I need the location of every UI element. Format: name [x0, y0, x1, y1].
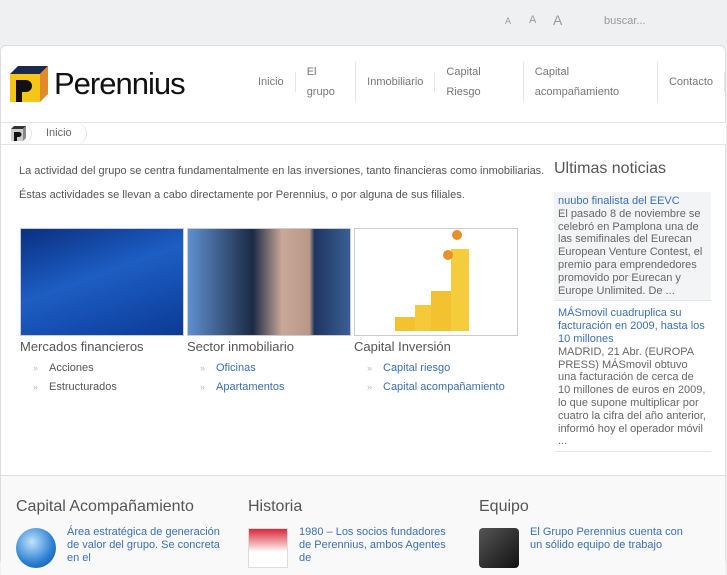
nav-inicio[interactable]: Inicio [247, 72, 296, 92]
history-book-icon [248, 528, 288, 568]
footer-equipo: Equipo El Grupo Perennius cuenta con un … [479, 498, 699, 568]
section-title: Sector inmobiliario [187, 339, 294, 354]
intro-text-2: Éstas actividades se llevan a cabo direc… [19, 189, 465, 201]
footer-capital-acompanamiento: Capital Acompañamiento Área estratégica … [16, 498, 236, 568]
link-capital-riesgo[interactable]: Capital riesgo [354, 361, 518, 380]
news-item: nuubo finalista del EEVC El pasado 8 de … [554, 192, 711, 302]
news-sidebar: Ultimas noticias nuubo finalista del EEV… [554, 160, 711, 453]
top-bar: A A A [0, 0, 727, 45]
news-headline-link[interactable]: nuubo finalista del EEVC [558, 195, 707, 208]
nav-capital-riesgo[interactable]: Capital Riesgo [435, 62, 524, 102]
logo[interactable]: Perennius [10, 66, 186, 102]
globe-icon [16, 528, 56, 568]
building-image[interactable] [187, 228, 351, 336]
news-body: El pasado 8 de noviembre se celebró en P… [558, 207, 703, 297]
stock-ticker-image[interactable] [20, 228, 184, 336]
font-size-small-button[interactable]: A [505, 16, 511, 26]
link-oficinas[interactable]: Oficinas [187, 361, 351, 380]
nav-el-grupo[interactable]: El grupo [296, 62, 357, 102]
list-item: Estructurados [20, 380, 184, 399]
list-item: Acciones [20, 361, 184, 380]
section-title: Mercados financieros [20, 339, 144, 354]
search-input[interactable] [598, 12, 708, 30]
section-capital-inversion: Capital Inversión Capital riesgoCapital … [354, 228, 518, 399]
footer-heading: Capital Acompañamiento [16, 498, 194, 515]
news-headline-link[interactable]: MÁSmovil cuadruplica su facturación en 2… [558, 307, 707, 345]
footer-historia: Historia 1980 – Los socios fundadores de… [248, 498, 468, 568]
breadcrumb-home[interactable] [1, 123, 32, 144]
link-apartamentos[interactable]: Apartamentos [187, 380, 351, 399]
font-size-medium-button[interactable]: A [529, 14, 536, 26]
footer-link[interactable]: Área estratégica de generación de valor … [67, 526, 222, 565]
section-title: Capital Inversión [354, 339, 451, 354]
footer: Capital Acompañamiento Área estratégica … [1, 475, 725, 575]
footer-heading: Equipo [479, 498, 529, 515]
logo-cube-icon [10, 66, 48, 102]
growth-stairs-image[interactable] [354, 228, 518, 336]
news-title: Ultimas noticias [554, 160, 667, 177]
footer-link[interactable]: El Grupo Perennius cuenta con un sólido … [530, 526, 685, 552]
breadcrumb-inicio[interactable]: Inicio [32, 123, 87, 144]
nav-inmobiliario[interactable]: Inmobiliario [356, 72, 436, 92]
nav-contacto[interactable]: Contacto [658, 72, 725, 92]
footer-heading: Historia [248, 498, 303, 515]
main-panel: Perennius Inicio El grupo Inmobiliario C… [0, 45, 726, 575]
section-sector-inmobiliario: Sector inmobiliario OficinasApartamentos [187, 228, 351, 399]
home-logo-icon [11, 126, 26, 141]
intro-text-1: La actividad del grupo se centra fundame… [19, 165, 545, 177]
breadcrumb: Inicio [1, 122, 726, 145]
font-size-large-button[interactable]: A [553, 12, 562, 28]
news-body: MADRID, 21 Abr. (EUROPA PRESS) MÁSmovil … [558, 345, 706, 448]
link-capital-acompanamiento[interactable]: Capital acompañamiento [354, 380, 518, 399]
section-mercados-financieros: Mercados financieros AccionesEstructurad… [20, 228, 184, 399]
nav-capital-acompanamiento[interactable]: Capital acompañamiento [524, 62, 658, 102]
news-item: MÁSmovil cuadruplica su facturación en 2… [554, 301, 711, 453]
team-notebook-icon [479, 528, 519, 568]
main-nav: Inicio El grupo Inmobiliario Capital Rie… [247, 62, 725, 102]
footer-link[interactable]: 1980 – Los socios fundadores de Perenniu… [299, 526, 454, 565]
brand-name: Perennius [54, 66, 186, 101]
